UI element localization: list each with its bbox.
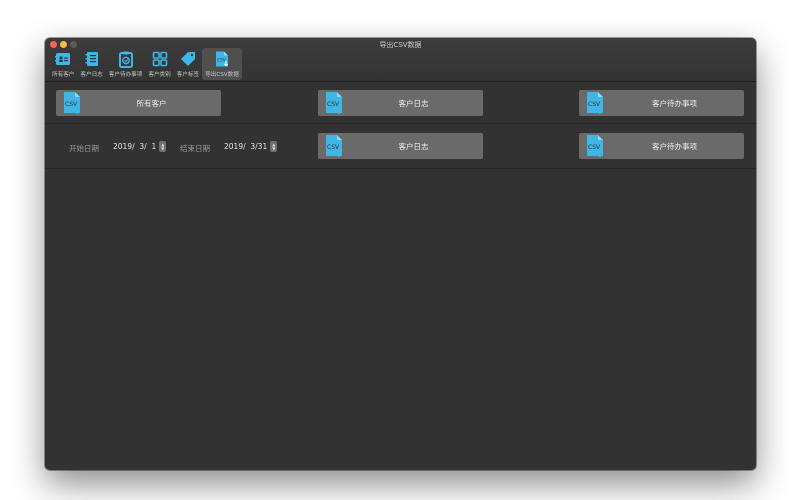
export-row-all: CSV 所有客户 CSV 客户日志 CSV 客户待办事项 [45,82,756,124]
export-customer-todos-button[interactable]: CSV 客户待办事项 [579,90,744,116]
csv-export-icon: CSV [326,92,343,115]
start-date-picker[interactable]: 2019/ 3/ 1 ▲ ▼ [113,140,167,153]
start-date-label: 开始日期 [69,144,99,153]
csv-export-icon: CSV [64,92,81,115]
tags-icon [180,52,195,66]
svg-text:CSV: CSV [588,101,601,108]
csv-export-icon: CSV [587,92,604,115]
start-date-stepper[interactable]: ▲ ▼ [159,141,167,152]
svg-text:CSV: CSV [327,101,340,108]
export-customer-log-by-date-button[interactable]: CSV 客户日志 [318,133,483,159]
csv-export-icon: CSV [587,135,604,158]
end-date-value: 2019/ 3/31 [224,142,268,151]
toolbar-item-label: 客户标签 [176,72,200,78]
svg-text:CSV: CSV [327,144,340,151]
stepper-down-icon[interactable]: ▼ [161,146,164,151]
csv-file-icon: CSV [215,51,229,67]
toolbar-item-customer-log[interactable]: 客户日志 [77,48,105,80]
export-customer-log-button[interactable]: CSV 客户日志 [318,90,483,116]
export-panel: CSV 所有客户 CSV 客户日志 CSV 客户待办事项 开始日期 2019/ … [45,82,756,470]
start-date-value: 2019/ 3/ 1 [113,142,157,151]
end-date-picker[interactable]: 2019/ 3/31 ▲ ▼ [224,140,278,153]
toolbar-item-label: 导出CSV数据 [205,72,239,78]
export-row-date-range: 开始日期 2019/ 3/ 1 ▲ ▼ 结束日期 2019/ 3/31 ▲ ▼ [45,124,756,169]
toolbar-item-export-csv[interactable]: CSV 导出CSV数据 [202,48,242,80]
svg-text:CSV: CSV [65,101,78,108]
notebook-icon [85,52,98,66]
svg-text:CSV: CSV [217,58,226,63]
app-window: 导出CSV数据 所有客户 客户日志 客户待办事项 客户类别 客户标签 CSV 导… [45,38,756,470]
toolbar-item-all-customers[interactable]: 所有客户 [49,48,77,80]
stepper-down-icon[interactable]: ▼ [272,146,275,151]
svg-text:CSV: CSV [588,144,601,151]
toolbar-item-label: 客户类别 [148,72,171,78]
toolbar-item-customer-categories[interactable]: 客户类别 [145,48,173,80]
title-bar: 导出CSV数据 所有客户 客户日志 客户待办事项 客户类别 客户标签 CSV 导… [45,38,756,82]
csv-export-icon: CSV [326,135,343,158]
end-date-label: 结束日期 [180,144,210,153]
export-all-customers-button[interactable]: CSV 所有客户 [56,90,221,116]
toolbar: 所有客户 客户日志 客户待办事项 客户类别 客户标签 CSV 导出CSV数据 [49,48,242,80]
grid-icon [152,51,167,67]
end-date-stepper[interactable]: ▲ ▼ [270,141,278,152]
address-card-icon [55,53,71,65]
toolbar-item-customer-todos[interactable]: 客户待办事项 [106,48,146,80]
toolbar-item-label: 所有客户 [52,72,75,78]
export-customer-todos-by-date-button[interactable]: CSV 客户待办事项 [579,133,744,159]
toolbar-item-label: 客户待办事项 [108,72,143,78]
clipboard-check-icon [118,51,133,68]
toolbar-item-label: 客户日志 [80,72,103,78]
toolbar-item-customer-tags[interactable]: 客户标签 [174,48,202,80]
